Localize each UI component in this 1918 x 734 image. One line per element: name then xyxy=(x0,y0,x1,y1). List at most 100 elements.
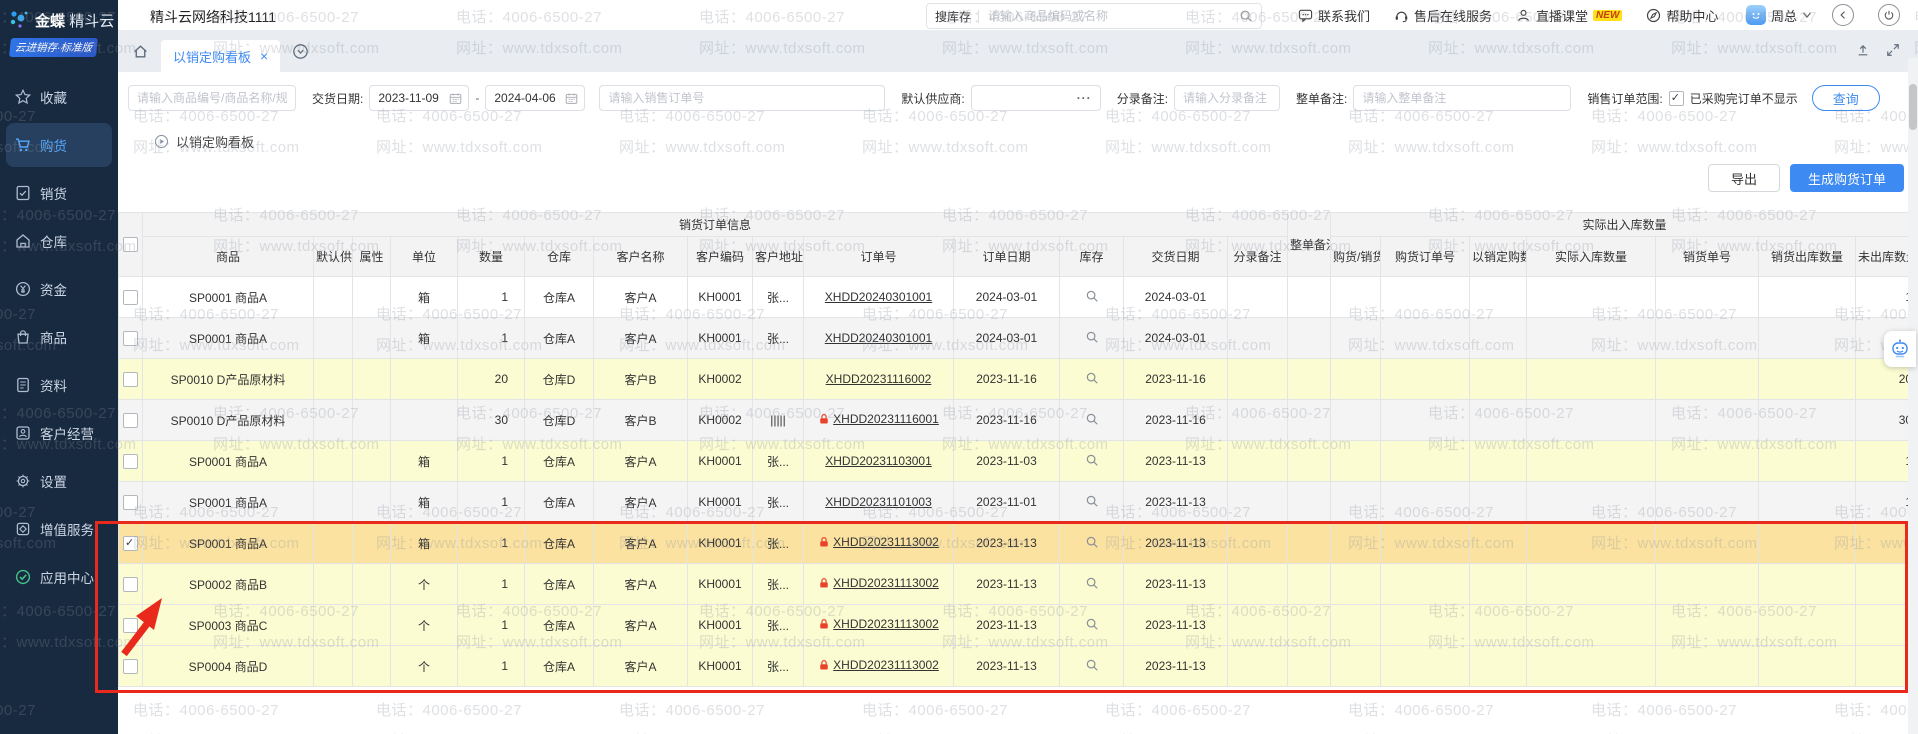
order-link[interactable]: XHDD20231113002 xyxy=(818,535,939,549)
more-icon[interactable]: ··· xyxy=(1077,91,1092,105)
cell-whole-remark xyxy=(1288,482,1331,523)
cell-sales-no xyxy=(1656,277,1759,318)
row-checkbox[interactable] xyxy=(123,495,138,510)
stock-lookup-icon[interactable] xyxy=(1085,453,1099,467)
scrollbar-thumb[interactable] xyxy=(1909,84,1917,130)
sidebar-item-gem[interactable]: 增值服务 xyxy=(0,505,118,553)
date-to-field[interactable] xyxy=(485,85,585,111)
select-all-checkbox[interactable] xyxy=(123,237,138,252)
cell-order-date: 2024-03-01 xyxy=(954,318,1060,359)
stock-lookup-icon[interactable] xyxy=(1085,289,1099,303)
order-link[interactable]: XHDD20231113002 xyxy=(818,576,939,590)
menu-item-live[interactable]: 直播课堂NEW xyxy=(1516,6,1622,25)
power-button[interactable] xyxy=(1878,4,1900,26)
order-link[interactable]: XHDD20231116002 xyxy=(826,372,932,386)
vertical-scrollbar[interactable] xyxy=(1908,58,1918,734)
calendar-icon[interactable] xyxy=(565,92,578,105)
table-row: SP0001 商品A箱1仓库A客户AKH0001张...XHDD20231101… xyxy=(119,482,1918,523)
sales-order-filter-input[interactable] xyxy=(599,85,885,111)
order-link[interactable]: XHDD20231101003 xyxy=(825,495,932,509)
home-icon[interactable] xyxy=(132,43,149,60)
order-link[interactable]: XHDD20231103001 xyxy=(825,454,932,468)
sidebar-item-label: 客户经营 xyxy=(40,423,94,443)
stock-lookup-icon[interactable] xyxy=(1085,617,1099,631)
cell-customer-code: KH0001 xyxy=(688,482,753,523)
row-checkbox[interactable] xyxy=(123,659,138,674)
user-menu[interactable]: 周总 xyxy=(1746,0,1812,30)
menu-item-chat[interactable]: 联系我们 xyxy=(1298,6,1370,25)
stock-lookup-icon[interactable] xyxy=(1085,494,1099,508)
expand-play-icon[interactable] xyxy=(154,134,169,149)
fullscreen-icon[interactable] xyxy=(1886,43,1900,57)
cell-unit: 箱 xyxy=(391,523,458,564)
stock-lookup-icon[interactable] xyxy=(1085,412,1099,426)
search-input[interactable] xyxy=(986,8,1232,24)
sidebar-item-app[interactable]: 应用中心 xyxy=(0,553,118,601)
cell-customer-addr: 张... xyxy=(753,318,804,359)
panel-header[interactable]: 以销定购看板 xyxy=(118,124,1918,158)
back-button[interactable] xyxy=(1832,4,1854,26)
whole-remark-input[interactable] xyxy=(1353,85,1571,111)
row-checkbox[interactable] xyxy=(123,618,138,633)
query-button[interactable]: 查询 xyxy=(1812,85,1880,111)
stock-lookup-icon[interactable] xyxy=(1085,330,1099,344)
main-area: 精斗云网络科技1111 搜库存 联系我们售后在线服务直播课堂NEW帮助中心 周总 xyxy=(118,0,1918,734)
order-link[interactable]: XHDD20231113002 xyxy=(818,617,939,631)
tab-close-icon[interactable]: × xyxy=(260,48,268,64)
stock-lookup-icon[interactable] xyxy=(1085,371,1099,385)
date-from-field[interactable] xyxy=(369,85,469,111)
tab-yixiaodinggou[interactable]: 以销定购看板 × xyxy=(161,40,280,72)
menu-item-help[interactable]: 帮助中心 xyxy=(1646,6,1718,25)
sidebar-item-bag[interactable]: 商品 xyxy=(0,313,118,361)
row-checkbox[interactable] xyxy=(123,290,138,305)
cell-yxdg-qty xyxy=(1470,359,1527,400)
order-link[interactable]: XHDD20240301001 xyxy=(825,290,932,304)
stock-lookup-icon[interactable] xyxy=(1085,576,1099,590)
cell-actual-in-qty xyxy=(1527,441,1656,482)
sidebar-item-star[interactable]: 收藏 xyxy=(0,73,118,121)
row-checkbox[interactable] xyxy=(123,372,138,387)
row-checkbox[interactable] xyxy=(123,413,138,428)
cell-stock xyxy=(1060,523,1124,564)
calendar-icon[interactable] xyxy=(449,92,462,105)
stock-lookup-icon[interactable] xyxy=(1085,535,1099,549)
sidebar-item-sale[interactable]: 销货 xyxy=(0,169,118,217)
sidebar-item-file[interactable]: 资料 xyxy=(0,361,118,409)
search-icon[interactable] xyxy=(1239,9,1253,23)
date-to-input[interactable] xyxy=(492,90,561,106)
generate-purchase-order-button[interactable]: 生成购货订单 xyxy=(1790,164,1904,192)
cell-purchase-order-no xyxy=(1381,359,1470,400)
order-link[interactable]: XHDD20240301001 xyxy=(825,331,932,345)
sidebar-item-person[interactable]: 客户经营 xyxy=(0,409,118,457)
sidebar-item-cart[interactable]: 购货 xyxy=(6,123,112,167)
order-link[interactable]: XHDD20231113002 xyxy=(818,658,939,672)
collapse-up-icon[interactable] xyxy=(1856,43,1870,57)
table-row: SP0001 商品A箱1仓库A客户AKH0001张...XHDD20231113… xyxy=(119,523,1918,564)
date-from-input[interactable] xyxy=(376,90,445,106)
order-link[interactable]: XHDD20231116001 xyxy=(818,412,939,426)
entry-remark-input[interactable] xyxy=(1174,85,1280,111)
export-button[interactable]: 导出 xyxy=(1708,164,1780,192)
cell-entry-remark xyxy=(1228,482,1288,523)
cell-customer: 客户A xyxy=(594,482,688,523)
menu-item-headset[interactable]: 售后在线服务 xyxy=(1394,6,1492,25)
assistant-widget[interactable] xyxy=(1884,331,1916,367)
range-checkbox[interactable] xyxy=(1669,91,1684,106)
sidebar-item-gear[interactable]: 设置 xyxy=(0,457,118,505)
sidebar-item-yen[interactable]: 资金 xyxy=(0,265,118,313)
sidebar-item-house[interactable]: 仓库 xyxy=(0,217,118,265)
cell-customer-code: KH0001 xyxy=(688,605,753,646)
product-filter-input[interactable] xyxy=(128,85,296,111)
recent-tabs-icon[interactable] xyxy=(292,43,309,60)
inventory-searchbox[interactable]: 搜库存 xyxy=(926,3,1262,29)
row-checkbox[interactable] xyxy=(123,577,138,592)
gem-icon xyxy=(15,521,31,537)
stock-lookup-icon[interactable] xyxy=(1085,658,1099,672)
cell-purchase-sales xyxy=(1331,482,1381,523)
supplier-select[interactable]: ··· xyxy=(971,85,1101,111)
cell-attr xyxy=(353,277,391,318)
row-checkbox[interactable] xyxy=(123,454,138,469)
row-checkbox[interactable] xyxy=(123,536,138,551)
row-checkbox[interactable] xyxy=(123,331,138,346)
cell-attr xyxy=(353,605,391,646)
